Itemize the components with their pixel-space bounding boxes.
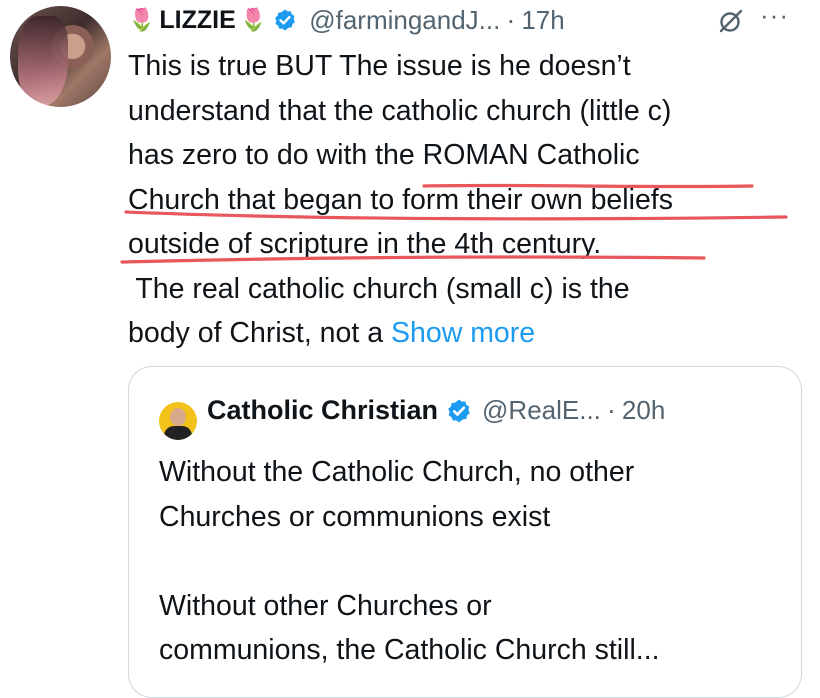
more-options-icon[interactable]: ··· [760,2,796,34]
show-more-link[interactable]: Show more [391,317,535,349]
tweet-line: body of Christ, not a Show more [128,311,808,356]
avatar-shirt [164,426,192,440]
quoted-line: communions, the Catholic Church still... [159,634,660,666]
quoted-author-handle: @RealE... [482,395,601,425]
tulip-icon: 🌷 [128,7,156,32]
avatar-hair [18,16,68,106]
quoted-header: Catholic Christian @RealE... · 20h [207,395,665,426]
quoted-line: Churches or communions exist [159,500,551,533]
verified-badge-icon [448,399,470,422]
tweet-line: This is true BUT The issue is he doesn’t [128,50,631,82]
tweet-header: 🌷 LIZZIE 🌷 @farmingandJ... · 17h [128,0,565,40]
quoted-author-name: Catholic Christian [207,395,439,425]
author-avatar[interactable] [10,6,111,107]
tweet-line: understand that the catholic church (lit… [128,94,672,127]
quoted-text: Without the Catholic Church, no other Ch… [159,450,779,673]
separator: · [606,395,616,425]
tweet-line: The real catholic church (small c) is th… [128,272,630,305]
verified-badge-icon [275,9,296,31]
grok-icon[interactable] [718,8,744,34]
quoted-tweet[interactable]: Catholic Christian @RealE... · 20h Witho… [128,366,802,698]
tweet-text: This is true BUT The issue is he doesn’t… [128,44,808,356]
separator: · [506,4,516,35]
author-handle[interactable]: @farmingandJ... [309,5,500,36]
annotation-underline [124,210,788,221]
quoted-timestamp: 20h [621,395,666,425]
avatar-face [170,408,186,426]
quoted-line: Without the Catholic Church, no other [159,456,635,488]
quoted-line: Without other Churches or [159,589,492,622]
tweet-line: has zero to do with the ROMAN Catholic [128,139,640,171]
tweet-timestamp[interactable]: 17h [521,5,564,36]
annotation-underline [120,255,706,264]
annotation-underline [422,183,754,189]
tweet-line-text: body of Christ, not a [128,317,391,349]
author-name[interactable]: LIZZIE [159,6,235,35]
quoted-author-avatar [159,402,197,440]
tulip-icon: 🌷 [239,7,268,32]
